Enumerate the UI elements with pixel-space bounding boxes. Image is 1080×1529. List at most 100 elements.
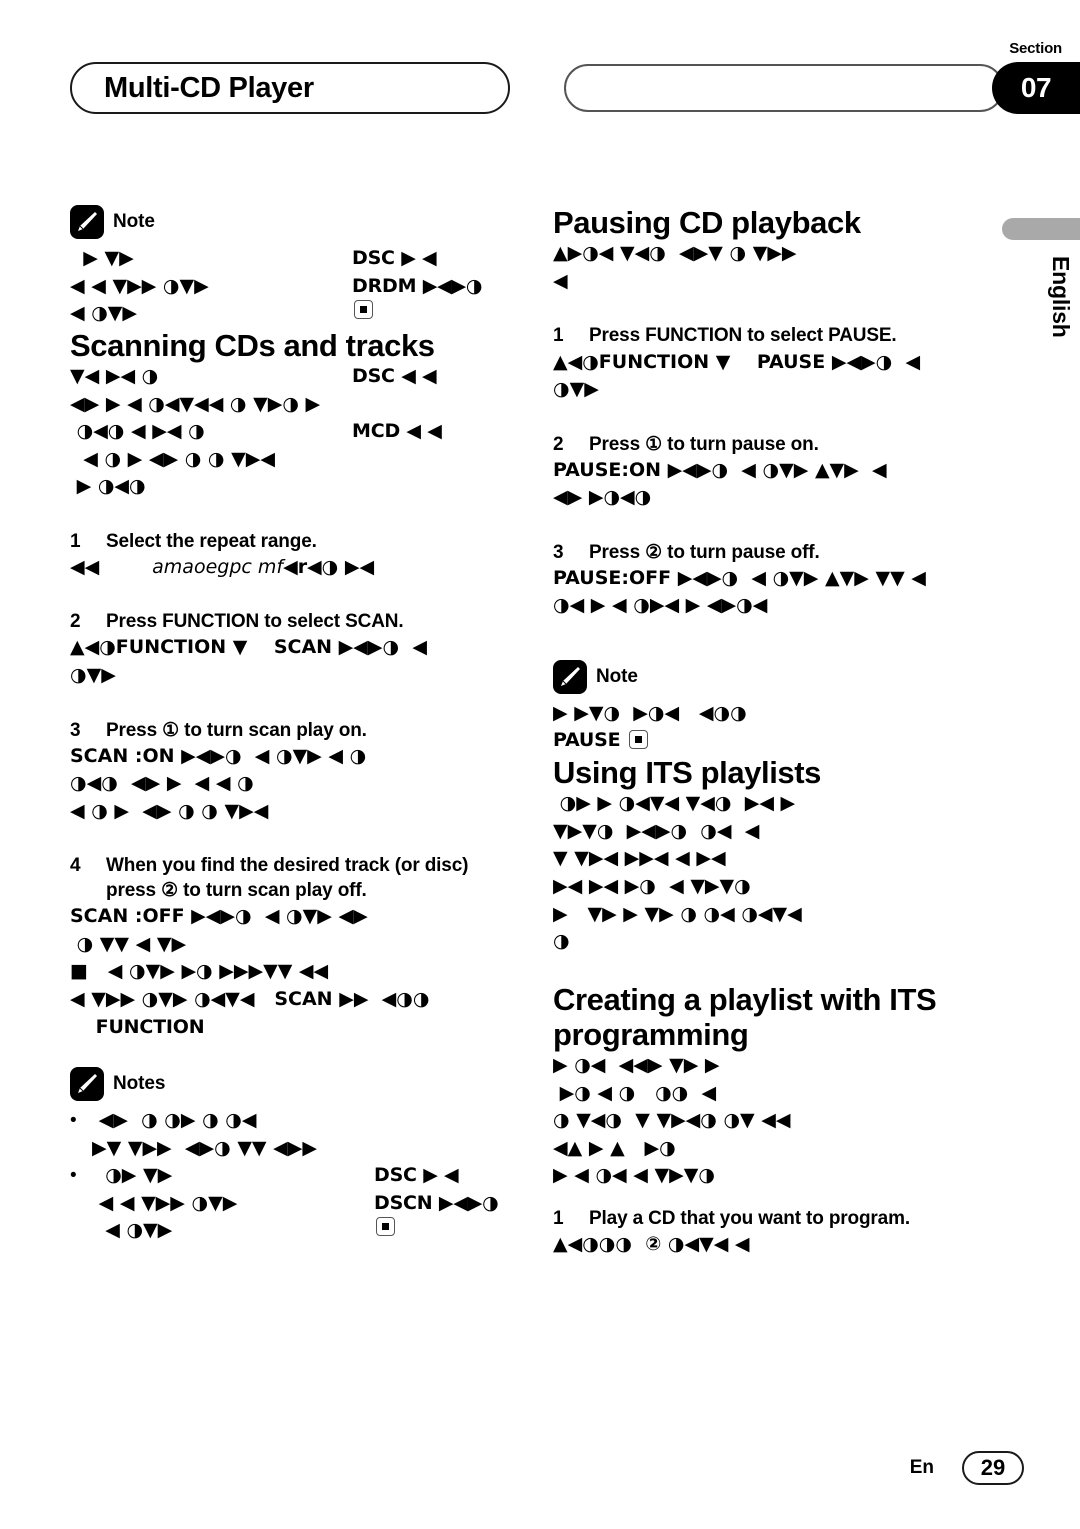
- step-number: 1: [553, 1208, 564, 1230]
- step-body: ▲◀◑FUNCTION ▼ PAUSE ▶◀▶◑ ◀: [553, 350, 921, 373]
- step-item: 2 Press ① to turn pause on.: [553, 432, 1001, 457]
- creating-intro-line: ▶◑ ◀ ◑ ◑◑ ◀: [553, 1081, 717, 1104]
- step-number: 1: [553, 325, 564, 347]
- scanning-intro-left: ◑◀◑ ◀ ▶◀ ◑: [70, 420, 205, 443]
- step-number: 1: [70, 530, 81, 552]
- manual-page: Multi-CD Player Section 07 English Note …: [0, 0, 1080, 1529]
- step-number: 3: [70, 719, 81, 741]
- language-tab-label: English: [1048, 256, 1074, 338]
- step-body: FUNCTION: [70, 1015, 205, 1038]
- display-box-icon: [354, 300, 373, 320]
- note-bullet-right: DSC ▶ ◀: [374, 1164, 459, 1187]
- step-body: ◀◀ amaoegpc mf◀r◀◑ ▶◀: [70, 554, 518, 582]
- note-top-line: ◀ ◀ ▼▶▶ ◑▼▶ DRDM ▶◀▶◑: [70, 273, 518, 301]
- step-text: Press FUNCTION to select SCAN.: [106, 611, 404, 633]
- step-body: ◀ ◑ ▶ ◀▶ ◑ ◑ ▼▶◀: [70, 799, 269, 822]
- its-intro-line: ▶◀ ▶◀ ▶◑ ◀ ▼▶▼◑: [553, 875, 751, 897]
- scanning-intro-right: [352, 391, 518, 419]
- note-bullet: • ◀▶ ◑ ◑▶ ◑ ◑◀ ▶▼ ▼▶▶ ◀▶◑ ▼▼ ◀▶▶: [70, 1107, 518, 1162]
- note-top-line: ◀ ◑▼▶: [70, 300, 518, 328]
- note-bullet-left: ◀ ◑▼▶: [92, 1219, 173, 1242]
- right-column: Pausing CD playback ▲▶◑◀ ▼◀◑ ◀▶▼ ◑ ▼▶▶ ◀…: [553, 205, 1001, 1259]
- note-bullet-line: ◑▶ ▼▶ DSC ▶ ◀: [92, 1162, 518, 1190]
- creating-intro-line: ◀▲ ▶ ▲ ▶◑: [553, 1136, 676, 1159]
- step-item: 3 Press ① to turn scan play on.: [70, 718, 518, 743]
- step-body: SCAN :ON ▶◀▶◑ ◀ ◑▼▶ ◀ ◑: [70, 744, 367, 767]
- note-top-header: Note: [70, 205, 518, 239]
- pencil-icon: [70, 205, 104, 239]
- note-right-keyword: PAUSE: [553, 729, 621, 752]
- note-right-line: PAUSE: [553, 727, 1001, 755]
- step-text: Play a CD that you want to program.: [589, 1208, 910, 1230]
- heading-using-its-playlists: Using ITS playlists: [553, 755, 822, 791]
- bullet-dot-icon: •: [70, 1165, 77, 1187]
- heading-pausing-cd: Pausing CD playback: [553, 205, 861, 240]
- note-bullet-left: ◀ ◀ ▼▶▶ ◑▼▶: [92, 1191, 238, 1214]
- display-box-icon: [376, 1217, 395, 1237]
- scanning-intro-left: ▼◀ ▶◀ ◑: [70, 364, 159, 387]
- scanning-intro-right: DSC ◀ ◀: [352, 364, 437, 387]
- step-body: PAUSE:ON ▶◀▶◑ ◀ ◑▼▶ ▲▼▶ ◀: [553, 458, 887, 481]
- pencil-icon: [70, 1067, 104, 1102]
- heading-creating-playlist: Creating a playlist with ITS programming: [553, 981, 937, 1052]
- scanning-intro-right: MCD ◀ ◀: [352, 420, 442, 443]
- step-item: 4 When you find the desired track (or di…: [70, 853, 518, 903]
- section-tab: 07: [992, 62, 1080, 114]
- scanning-intro-left: ◀▶ ▶ ◀ ◑◀▼◀◀ ◑ ▼▶◑ ▶: [70, 392, 321, 415]
- note-top-line-left: ◀ ◀ ▼▶▶ ◑▼▶: [70, 274, 209, 297]
- display-box-icon: [629, 730, 649, 750]
- step-number: 4: [70, 855, 81, 877]
- heading-scanning-cds: Scanning CDs and tracks: [70, 327, 435, 363]
- note-right-label: Note: [596, 665, 638, 687]
- step-item: 3 Press ② to turn pause off.: [553, 540, 1001, 565]
- step-body: PAUSE:OFF ▶◀▶◑ ◀ ◑▼▶ ▲▼▶ ▼▼ ◀: [553, 566, 926, 589]
- creating-intro-line: ▶ ◑◀ ◀◀▶ ▼▶ ▶: [553, 1054, 720, 1077]
- step-body: ◑◀ ▶ ◀ ◑▶◀ ▶ ◀▶◑◀: [553, 594, 768, 617]
- notes-bottom-header: Notes: [70, 1067, 518, 1102]
- pencil-icon: [553, 659, 587, 694]
- language-tab-bar: [1002, 218, 1080, 240]
- note-bullet-line: ▶▼ ▼▶▶ ◀▶◑ ▼▼ ◀▶▶: [92, 1136, 317, 1159]
- step-text: When you find the desired track (or disc…: [106, 855, 469, 902]
- its-intro-line: ▼ ▼▶◀ ▶▶◀ ◀ ▶◀: [553, 847, 726, 870]
- step-body: ◑▼▶: [70, 663, 116, 686]
- step-text: Press ① to turn scan play on.: [106, 719, 367, 741]
- note-bullet-left: ◑▶ ▼▶: [92, 1164, 173, 1187]
- step-number: 3: [553, 541, 564, 563]
- left-column: Note ▶ ▼▶ DSC ▶ ◀ ◀ ◀ ▼▶▶ ◑▼▶ DRDM ▶◀▶◑ …: [70, 205, 518, 1245]
- pausing-intro-line: ◀: [553, 269, 568, 292]
- scanning-intro-line: ▼◀ ▶◀ ◑ DSC ◀ ◀: [70, 363, 518, 391]
- step-body: ▲◀◑FUNCTION ▼ SCAN ▶◀▶◑ ◀: [70, 636, 427, 659]
- note-bullet: • ◑▶ ▼▶ DSC ▶ ◀ ◀ ◀ ▼▶▶ ◑▼▶ DSCN ▶◀▶◑ ◀ …: [70, 1162, 518, 1245]
- step-item: 1 Press FUNCTION to select PAUSE.: [553, 323, 1001, 348]
- step-body-post: ◀r◀◑ ▶◀: [283, 555, 375, 578]
- step-item: 1 Select the repeat range.: [70, 529, 518, 554]
- step-text: Press FUNCTION to select PAUSE.: [589, 325, 897, 347]
- empty-title-pill: [564, 64, 1004, 112]
- step-text: Press ② to turn pause off.: [589, 541, 820, 563]
- step-body: ◀ ▼▶▶ ◑▼▶ ◑◀▼◀ SCAN ▶▶ ◀◑◑: [70, 988, 430, 1011]
- step-item: 1 Play a CD that you want to program.: [553, 1206, 1001, 1231]
- note-bullet-line: ◀▶ ◑ ◑▶ ◑ ◑◀: [92, 1109, 257, 1132]
- note-bullet-line: ◀ ◀ ▼▶▶ ◑▼▶ DSCN ▶◀▶◑: [92, 1190, 518, 1218]
- step-sub-bullet: ■ ◀ ◑▼▶ ▶◑ ▶▶▶▼▼ ◀◀: [70, 960, 329, 983]
- section-number: 07: [1020, 72, 1052, 103]
- step-number: 2: [70, 611, 81, 633]
- note-bullet-right: DSCN ▶◀▶◑: [374, 1191, 499, 1214]
- its-intro-line: ▼▶▼◑ ▶◀▶◑ ◑◀ ◀: [553, 819, 760, 842]
- its-intro-line: ▶ ▼▶ ▶ ▼▶ ◑ ◑◀ ◑◀▼◀: [553, 902, 802, 925]
- bullet-dot-icon: •: [70, 1110, 77, 1132]
- note-top-line-left: ◀ ◑▼▶: [70, 302, 138, 325]
- step-body: ◑◀◑ ◀▶ ▶ ◀ ◀ ◑: [70, 772, 254, 795]
- note-right-line: ▶ ▶▼◑ ▶◑◀ ◀◑◑: [553, 701, 747, 724]
- page-footer: En 29: [910, 1451, 1024, 1485]
- scanning-intro-line: ◀▶ ▶ ◀ ◑◀▼◀◀ ◑ ▼▶◑ ▶: [70, 391, 518, 419]
- step-body: ▲◀◑◑◑ ② ◑◀▼◀ ◀: [553, 1233, 750, 1256]
- page-title: Multi-CD Player: [104, 71, 314, 104]
- note-bullet-line: ◀ ◑▼▶: [92, 1217, 518, 1245]
- pausing-intro-line: ▲▶◑◀ ▼◀◑ ◀▶▼ ◑ ▼▶▶: [553, 242, 797, 265]
- note-top-line-left: ▶ ▼▶: [70, 247, 134, 269]
- note-top-line-right: DSC ▶ ◀: [352, 247, 437, 269]
- step-body: SCAN :OFF ▶◀▶◑ ◀ ◑▼▶ ◀▶: [70, 905, 368, 928]
- step-body: ◑ ▼▼ ◀ ▼▶: [70, 932, 187, 955]
